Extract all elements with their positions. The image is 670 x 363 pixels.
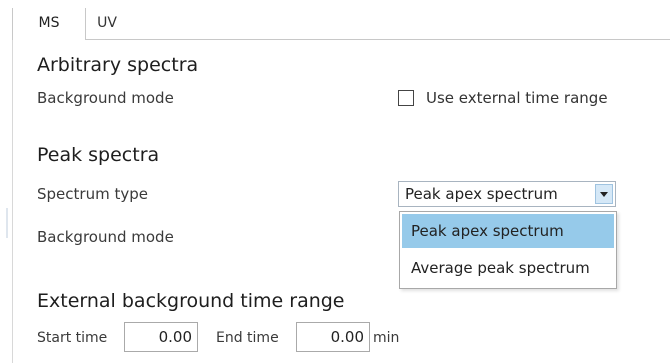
spectrum-type-dropdown-button[interactable]: [595, 184, 613, 204]
arbitrary-spectra-heading: Arbitrary spectra: [37, 54, 199, 76]
end-time-input[interactable]: 0.00: [296, 322, 370, 352]
spectrum-type-dropdown-list: Peak apex spectrum Average peak spectrum: [399, 211, 617, 289]
option-average-peak-spectrum[interactable]: Average peak spectrum: [402, 251, 614, 285]
tab-baseline: [12, 39, 670, 40]
tab-ms[interactable]: MS: [12, 8, 86, 40]
ms-settings-panel: MS UV Arbitrary spectra Background mode …: [0, 0, 670, 363]
use-external-time-range-checkbox[interactable]: [398, 90, 414, 106]
time-unit-label: min: [373, 330, 400, 346]
triangle-down-icon: [600, 191, 608, 197]
end-time-label: End time: [216, 330, 279, 346]
tab-strip: MS UV: [12, 8, 670, 40]
start-time-input[interactable]: 0.00: [124, 322, 198, 352]
external-background-heading: External background time range: [37, 290, 345, 312]
arbitrary-background-mode-label: Background mode: [37, 89, 174, 107]
panel-left-border: [12, 40, 13, 363]
start-time-label: Start time: [37, 330, 108, 346]
use-external-time-range-option[interactable]: Use external time range: [398, 88, 608, 108]
option-peak-apex-spectrum[interactable]: Peak apex spectrum: [402, 214, 614, 248]
spectrum-type-label: Spectrum type: [37, 185, 148, 203]
tab-uv[interactable]: UV: [86, 8, 128, 39]
peak-spectra-heading: Peak spectra: [37, 144, 160, 166]
peak-background-mode-label: Background mode: [37, 228, 174, 246]
use-external-time-range-label: Use external time range: [426, 89, 608, 107]
spectrum-type-combobox[interactable]: Peak apex spectrum: [398, 181, 616, 207]
spectrum-type-selected-value: Peak apex spectrum: [405, 185, 558, 203]
panel-edge-mark: [6, 208, 8, 238]
